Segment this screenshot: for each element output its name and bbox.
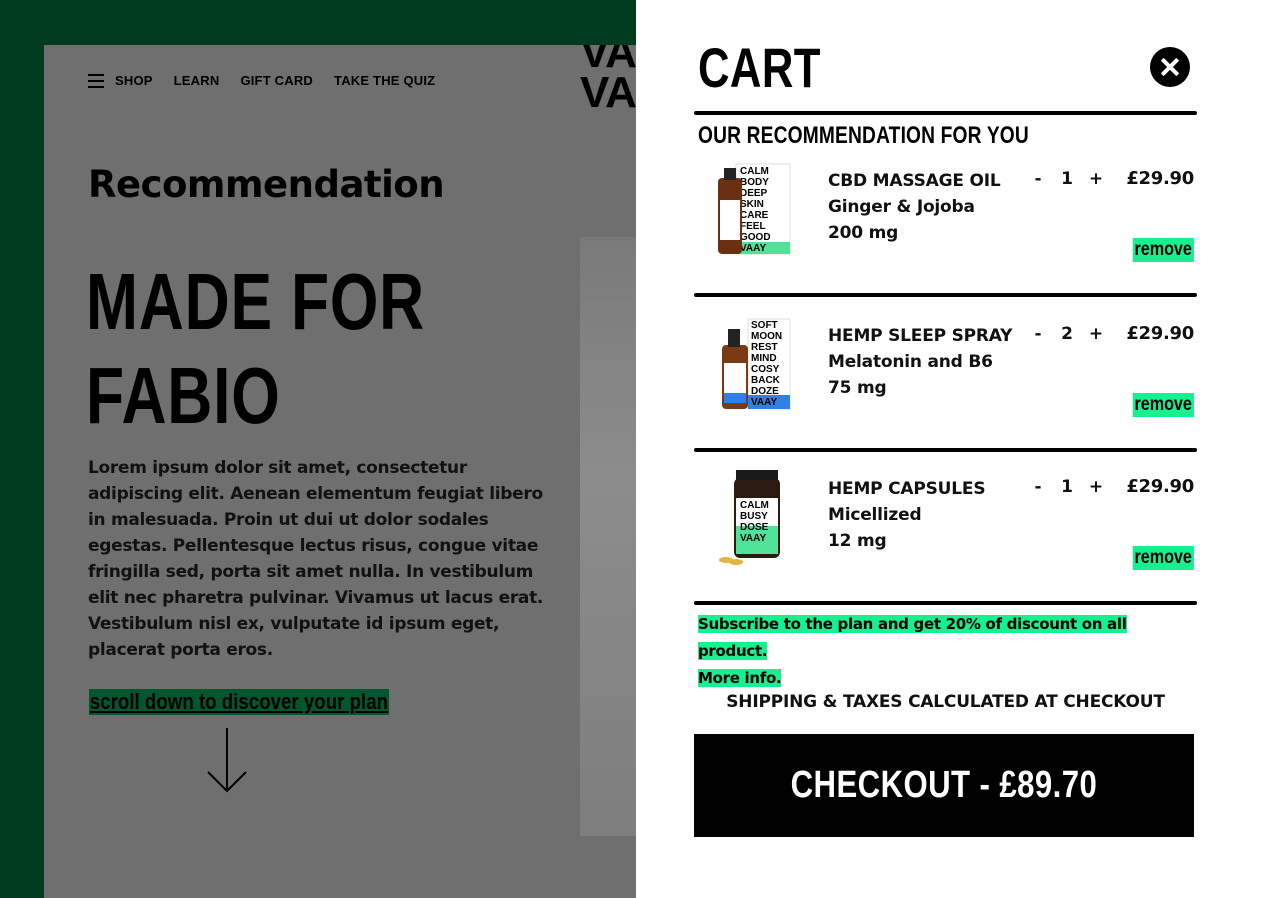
intro-text: Lorem ipsum dolor sit amet, consectetur … [88,458,544,660]
box-word: COSY [751,364,780,375]
divider [694,448,1197,452]
quantity-stepper: - 2 + [1028,323,1106,345]
product-strength: 200 mg [828,223,899,243]
product-name: HEMP SLEEP SPRAY [828,326,1013,346]
headline-line-2: FABIO [86,351,281,440]
box-word: DOSE [740,522,769,533]
box-word: BODY [740,177,769,188]
product-variant: Ginger & Jojoba [828,197,975,217]
box-word: GOOD [740,232,771,243]
increase-qty-button[interactable]: + [1086,168,1106,190]
quantity-stepper: - 1 + [1028,476,1106,498]
box-word: SKIN [740,199,764,210]
product-name: HEMP CAPSULES [828,479,986,499]
checkout-label: CHECKOUT - £89.70 [790,764,1098,806]
qty-value: 2 [1061,324,1073,344]
box-word: CARE [740,210,769,221]
cart-item: CALM BUSY DOSE VAAY HEMP CAPSULES Micell… [694,470,1197,586]
subscription-promo: Subscribe to the plan and get 20% of dis… [698,611,1198,692]
product-strength: 12 mg [828,531,887,551]
hamburger-icon[interactable] [88,73,104,88]
item-price: £29.90 [1126,476,1194,497]
box-word: REST [751,342,778,353]
decrease-qty-button[interactable]: - [1028,323,1048,345]
box-words: CALM BUSY DOSE VAAY [740,500,769,544]
checkout-button[interactable]: CHECKOUT - £89.70 [694,734,1194,837]
page-headline: MADE FOR FABIO [86,255,425,443]
nav-learn[interactable]: LEARN [174,73,220,88]
scroll-down-link[interactable]: scroll down to discover your plan [89,689,389,715]
increase-qty-button[interactable]: + [1086,476,1106,498]
shipping-note: SHIPPING & TAXES CALCULATED AT CHECKOUT [726,692,1165,712]
brand-logo[interactable]: VA VA [580,45,637,117]
decrease-qty-button[interactable]: - [1028,168,1048,190]
divider [694,601,1197,605]
box-word: MOON [751,331,782,342]
headline-line-1: MADE FOR [86,257,426,346]
quantity-stepper: - 1 + [1028,168,1106,190]
increase-qty-button[interactable]: + [1086,323,1106,345]
section-title: Recommendation [88,163,445,206]
nav-shop[interactable]: SHOP [115,73,153,88]
product-info: HEMP SLEEP SPRAY Melatonin and B6 75 mg [828,323,1012,401]
box-word: BACK [751,375,781,386]
qty-value: 1 [1061,169,1073,189]
recommendation-label: OUR RECOMMENDATION FOR YOU [698,122,1029,149]
item-price: £29.90 [1126,168,1194,189]
product-strength: 75 mg [828,378,887,398]
cart-item: SOFT MOON REST MIND COSY BACK DOZE VAAY … [694,318,1197,433]
box-word: CALM [740,500,769,511]
close-icon[interactable] [1150,47,1190,87]
cart-item: CALM BODY DEEP SKIN CARE FEEL GOOD VAAY … [694,163,1197,278]
hero-image [580,237,636,836]
cart-drawer: CART OUR RECOMMENDATION FOR YOU CALM BOD… [636,0,1271,898]
product-image: CALM BODY DEEP SKIN CARE FEEL GOOD VAAY [718,163,791,255]
nav-gift-card[interactable]: GIFT CARD [240,73,313,88]
box-word: SOFT [751,320,778,331]
promo-link[interactable]: Subscribe to the plan and get 20% of dis… [698,615,1127,660]
top-nav: SHOP LEARN GIFT CARD TAKE THE QUIZ [88,73,435,88]
remove-button[interactable]: remove [1133,238,1194,262]
product-name: CBD MASSAGE OIL [828,171,1001,191]
qty-value: 1 [1061,477,1073,497]
box-word: VAAY [740,243,766,254]
product-variant: Micellized [828,505,922,525]
box-word: FEEL [740,221,766,232]
product-image: CALM BUSY DOSE VAAY [719,470,780,565]
box-word: MIND [751,353,777,364]
remove-button[interactable]: remove [1133,546,1194,570]
box-word: CALM [740,166,769,177]
product-image: SOFT MOON REST MIND COSY BACK DOZE VAAY [722,318,791,410]
box-word: VAAY [740,533,766,544]
box-word: VAAY [751,397,777,408]
more-info-link[interactable]: More info. [698,669,782,687]
decrease-qty-button[interactable]: - [1028,476,1048,498]
divider [694,111,1197,115]
divider [694,293,1197,297]
product-info: CBD MASSAGE OIL Ginger & Jojoba 200 mg [828,168,1001,246]
nav-take-the-quiz[interactable]: TAKE THE QUIZ [334,73,435,88]
item-price: £29.90 [1126,323,1194,344]
remove-button[interactable]: remove [1133,393,1194,417]
product-variant: Melatonin and B6 [828,352,993,372]
product-info: HEMP CAPSULES Micellized 12 mg [828,476,986,554]
box-word: DEEP [740,188,768,199]
cart-title: CART [698,36,821,99]
logo-line-2: VA [580,68,637,117]
arrow-down-icon [207,728,247,793]
box-word: BUSY [740,511,768,522]
